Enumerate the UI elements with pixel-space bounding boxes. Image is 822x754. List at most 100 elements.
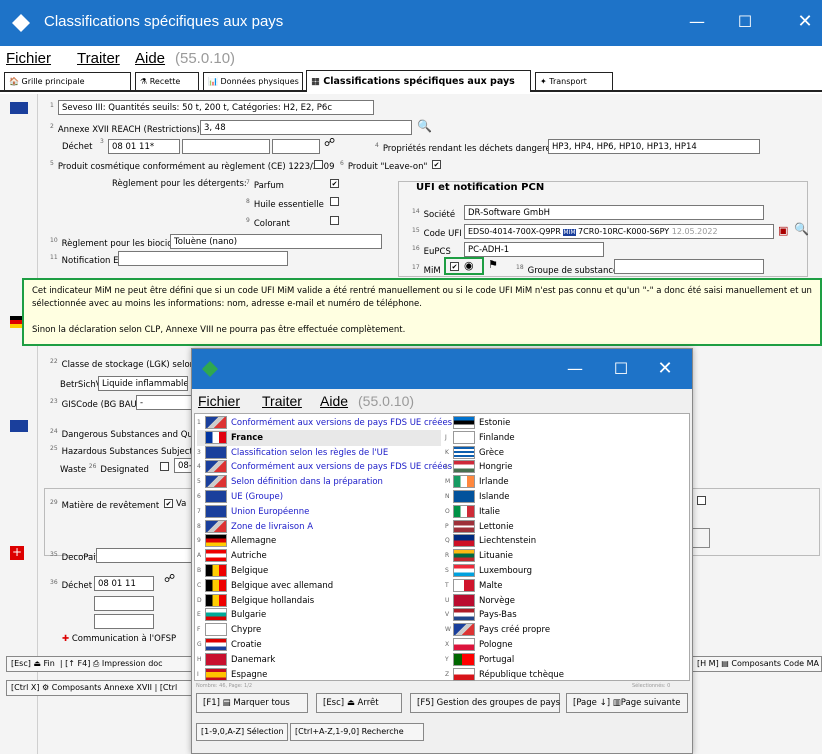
manage-groups-button[interactable]: [F5] Gestion des groupes de pays (410, 693, 560, 713)
tab-classifications[interactable]: ▦ Classifications spécifiques aux pays (306, 70, 531, 92)
country-list-item[interactable]: L Hongrie (445, 459, 689, 475)
right-checkbox[interactable] (697, 496, 706, 505)
designated-checkbox[interactable] (160, 462, 169, 471)
shortcut-key: Z (445, 670, 450, 678)
ufi-search-icon[interactable]: 🔍 (794, 222, 809, 236)
reach-field[interactable]: 3, 48 (200, 120, 412, 135)
eupcs-field[interactable]: PC-ADH-1 (464, 242, 604, 257)
dialog-menu-aide[interactable]: Aide (320, 393, 348, 409)
colorant-checkbox[interactable] (330, 216, 339, 225)
multi-flag-icon (205, 519, 227, 533)
proprietes-label: 4 Propriétés rendant les déchets dangereu… (375, 142, 562, 154)
country-list-item[interactable]: N Islande (445, 489, 689, 505)
country-list-item[interactable]: 4 Conformément aux versions de pays FDS U… (197, 459, 452, 475)
gis-field[interactable]: - (136, 395, 192, 410)
tab-grille-principale[interactable]: 🏠 Grille principale (4, 72, 131, 90)
menu-fichier[interactable]: Fichier (6, 50, 51, 67)
country-list-item[interactable]: A Autriche (197, 548, 441, 564)
link-icon[interactable]: ☍ (324, 136, 335, 149)
country-list-item[interactable]: D Belgique hollandais (197, 593, 441, 609)
leave-on-checkbox[interactable]: ✔ (432, 160, 441, 169)
menu-aide[interactable]: Aide (135, 50, 165, 67)
country-list-item[interactable]: O Italie (445, 504, 689, 520)
country-list-item[interactable]: X Pologne (445, 637, 689, 653)
country-list-item[interactable]: U Norvège (445, 593, 689, 609)
seveso-field[interactable]: Seveso III: Quantités seuils: 50 t, 200 … (58, 100, 374, 115)
menu-traiter[interactable]: Traiter (77, 50, 120, 67)
decopaint-field[interactable] (96, 548, 192, 563)
stop-button[interactable]: [Esc] ⏏ Arrêt (316, 693, 402, 713)
dechet-field[interactable]: 08 01 11* (108, 139, 180, 154)
country-list-item[interactable]: F Chypre (197, 622, 441, 638)
info-icon[interactable]: ◉ (464, 259, 474, 272)
country-list-item[interactable]: E Bulgarie (197, 607, 441, 623)
ufi-field[interactable]: EDS0-4014-700X-Q9PR MIM 7CR0-10RC-K000-S… (464, 224, 774, 239)
dechet-ch-field[interactable]: 08 01 11 (94, 576, 154, 591)
revetement-checkbox[interactable]: ✔ (164, 499, 173, 508)
country-list-item[interactable]: I Espagne (197, 667, 441, 683)
country-list-item[interactable]: 9 Allemagne (197, 533, 441, 549)
proprietes-field[interactable]: HP3, HP4, HP6, HP10, HP13, HP14 (548, 139, 760, 154)
country-list-item[interactable]: R Lituanie (445, 548, 689, 564)
country-list-item[interactable]: V Pays-Bas (445, 607, 689, 623)
country-list-item[interactable]: C Belgique avec allemand (197, 578, 441, 594)
country-list-item[interactable]: Q Liechtenstein (445, 533, 689, 549)
betrsichv-field[interactable]: Liquide inflammable (98, 376, 188, 391)
country-list-item[interactable]: G Croatie (197, 637, 441, 653)
close-button[interactable]: ✕ (790, 11, 820, 32)
maximize-button[interactable]: ☐ (730, 12, 760, 31)
minimize-button[interactable]: — (682, 12, 712, 31)
country-list-item[interactable]: Y Portugal (445, 652, 689, 668)
country-list-item[interactable]: Estonie (445, 415, 689, 431)
link-icon-2[interactable]: ☍ (164, 572, 175, 585)
country-list-item[interactable]: B Belgique (197, 563, 441, 579)
country-list-item[interactable]: 7 Union Européenne (197, 504, 441, 520)
country-list-item[interactable]: 6 UE (Groupe) (197, 489, 441, 505)
country-list-item[interactable]: 1 Conformément aux versions de pays FDS U… (197, 415, 452, 431)
dechet-field-3[interactable] (272, 139, 320, 154)
lock-icon[interactable]: ▣ (778, 224, 788, 237)
dialog-menu-fichier[interactable]: Fichier (198, 393, 240, 409)
societe-field[interactable]: DR-Software GmbH (464, 205, 764, 220)
country-label: Belgique (231, 566, 269, 576)
groupe-field[interactable] (614, 259, 764, 274)
dechet-field-2[interactable] (182, 139, 270, 154)
country-label: Bulgarie (231, 610, 267, 621)
country-list-item[interactable]: J Finlande (445, 430, 689, 446)
tab-transport[interactable]: ✦ Transport (535, 72, 613, 90)
country-list-item[interactable]: 3 Classification selon les règles de l'UE (197, 445, 441, 461)
country-list-item[interactable]: 8 Zone de livraison A (197, 519, 441, 535)
dialog-minimize-button[interactable]: — (560, 359, 590, 378)
dialog-close-button[interactable]: ✕ (650, 358, 680, 379)
country-list-item[interactable]: T Malte (445, 578, 689, 594)
ofsp-link[interactable]: ✚ Communication à l'OFSP (62, 634, 176, 644)
tab-donnees-physiques[interactable]: 📊 Données physiques (203, 72, 303, 90)
echa-field[interactable] (118, 251, 288, 266)
dechet-ch-field-3[interactable] (94, 614, 154, 629)
country-list-item[interactable]: M Irlande (445, 474, 689, 490)
country-list-item[interactable]: France (197, 429, 441, 446)
mark-all-button[interactable]: [F1] ▤ Marquer tous (196, 693, 308, 713)
country-list-item[interactable]: P Lettonie (445, 519, 689, 535)
biocides-field[interactable]: Toluène (nano) (170, 234, 382, 249)
cosmetique-checkbox[interactable] (314, 160, 323, 169)
country-list-item[interactable]: H Danemark (197, 652, 441, 668)
search-icon[interactable]: 🔍 (417, 119, 432, 133)
country-list-item[interactable]: W Pays créé propre (445, 622, 689, 638)
dechet-ch-field-2[interactable] (94, 596, 154, 611)
mim-checkbox[interactable]: ✔ (450, 262, 459, 271)
eu-flag-icon (205, 504, 227, 518)
parfum-checkbox[interactable]: ✔ (330, 179, 339, 188)
huile-checkbox[interactable] (330, 197, 339, 206)
dialog-menu-traiter[interactable]: Traiter (262, 393, 302, 409)
country-label: Croatie (231, 640, 262, 650)
country-list-item[interactable]: K Grèce (445, 445, 689, 461)
country-list-item[interactable]: 5 Selon définition dans la préparation (197, 474, 441, 490)
dialog-maximize-button[interactable]: ☐ (606, 359, 636, 378)
tab-recette[interactable]: ⚗ Recette (135, 72, 199, 90)
country-list-item[interactable]: S Luxembourg (445, 563, 689, 579)
swiss-cross-icon: ✚ (62, 634, 72, 644)
lt-flag-icon (453, 549, 475, 563)
country-list-item[interactable]: Z République tchèque (445, 667, 689, 683)
next-page-button[interactable]: [Page ↓] ▥Page suivante (566, 693, 688, 713)
